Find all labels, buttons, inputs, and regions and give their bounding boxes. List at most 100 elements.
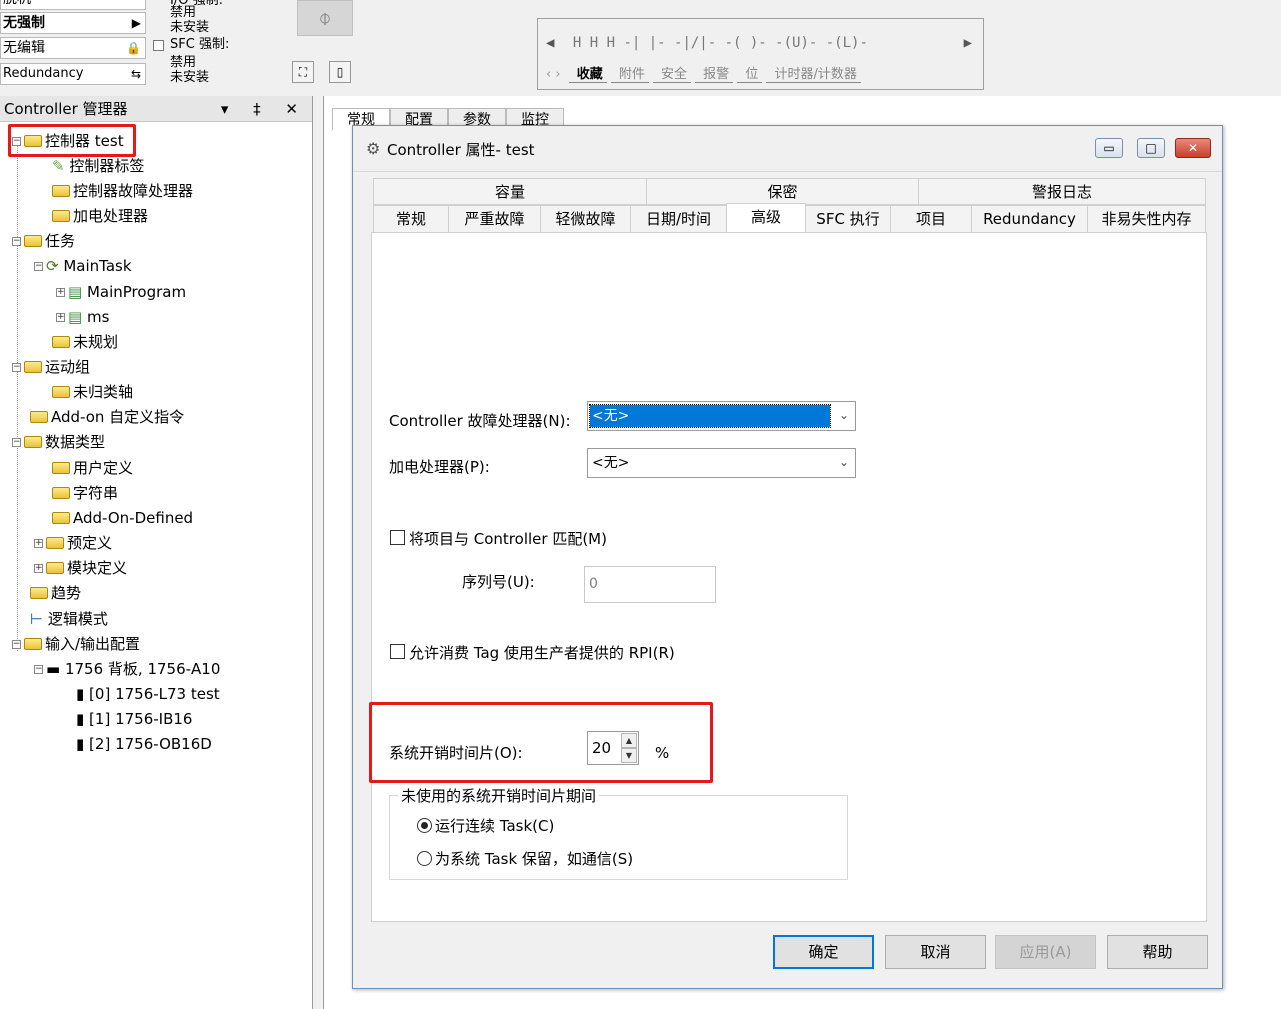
tree-item-label: MainProgram [86, 283, 187, 301]
collapse-icon[interactable]: − [34, 665, 43, 674]
tree-item-trends[interactable]: 趋势 [30, 582, 81, 604]
match-project-checkbox[interactable] [390, 530, 405, 545]
advanced-tab-panel: Controller 故障处理器(N): <无> ⌄ 加电处理器(P): <无>… [369, 232, 1207, 922]
allow-rpi-checkbox[interactable] [390, 644, 405, 659]
tree-item-addon-defined[interactable]: Add-On-Defined [52, 507, 193, 529]
ok-button[interactable]: 确定 [773, 935, 874, 969]
tab-project[interactable]: 项目 [890, 205, 972, 233]
collapse-icon[interactable]: − [12, 640, 21, 649]
tree-item-strings[interactable]: 字符串 [52, 482, 118, 504]
fault-handler-dropdown[interactable]: <无> ⌄ [587, 401, 856, 431]
tab-scroll-left-icon[interactable]: ‹ [546, 67, 551, 82]
expand-icon[interactable]: + [56, 313, 65, 322]
tree-item-tasks[interactable]: − 任务 [12, 230, 75, 252]
tree-item-ungrouped-axes[interactable]: 未归类轴 [52, 381, 133, 403]
binoculars-icon[interactable]: ⛶ [292, 61, 314, 83]
tree-item-maintask[interactable]: − ⟳ MainTask [34, 255, 132, 277]
folder-icon [24, 637, 42, 650]
powerup-handler-label: 加电处理器(P): [389, 458, 490, 476]
tab-general[interactable]: 常规 [373, 205, 449, 233]
tree-item-module-1[interactable]: ▮ [1] 1756-IB16 [76, 708, 192, 730]
tab-nonvolatile-memory[interactable]: 非易失性内存 [1087, 205, 1206, 233]
tree-item-powerup-handler[interactable]: 加电处理器 [52, 205, 148, 227]
pane-splitter[interactable] [312, 96, 324, 1009]
expand-icon[interactable]: + [56, 288, 65, 297]
tree-item-controller-tags[interactable]: ✎ 控制器标签 [52, 155, 144, 177]
tree-item-io-configuration[interactable]: − 输入/输出配置 [12, 633, 140, 655]
run-continuous-task-radio[interactable] [417, 818, 432, 833]
controller-module-icon: ▮ [76, 685, 85, 703]
tree-item-label: 加电处理器 [73, 207, 149, 225]
tree-item-unscheduled[interactable]: 未规划 [52, 331, 118, 353]
reserve-system-task-radio[interactable] [417, 851, 432, 866]
tree-item-ms[interactable]: + ▤ ms [56, 306, 109, 328]
collapse-icon[interactable]: − [12, 438, 21, 447]
tab-alarm-log[interactable]: 警报日志 [918, 178, 1206, 205]
folder-icon [30, 586, 48, 599]
close-button[interactable]: ✕ [1175, 138, 1211, 158]
folder-icon [24, 435, 42, 448]
tree-item-module-2[interactable]: ▮ [2] 1756-OB16D [76, 733, 212, 755]
tab-security[interactable]: 保密 [646, 178, 919, 205]
instr-tab-timer-counter[interactable]: 计时器/计数器 [766, 63, 861, 83]
cancel-button[interactable]: 取消 [885, 935, 986, 969]
tab-scroll-right-icon[interactable]: › [555, 67, 560, 82]
tree-item-data-types[interactable]: − 数据类型 [12, 431, 105, 453]
minimize-button[interactable]: ▭ [1095, 138, 1123, 158]
instr-tab-safety[interactable]: 安全 [653, 63, 692, 83]
tree-item-addon-instructions[interactable]: Add-on 自定义指令 [30, 406, 184, 428]
redundancy-status-label: Redundancy [3, 66, 84, 81]
tree-item-label: 预定义 [67, 534, 113, 552]
tree-item-module-0[interactable]: ▮ [0] 1756-L73 test [76, 683, 220, 705]
tree-item-user-defined[interactable]: 用户定义 [52, 457, 133, 479]
organizer-window-controls[interactable]: ▾ ‡ ✕ [221, 96, 308, 122]
tab-sfc-execution[interactable]: SFC 执行 [805, 205, 891, 233]
tab-redundancy[interactable]: Redundancy [971, 205, 1088, 233]
edit-status-row[interactable]: 无编辑 🔒 [0, 37, 146, 59]
controller-organizer: Controller 管理器 ▾ ‡ ✕ − 控制器 test ✎ 控制器标签 控… [0, 96, 316, 1009]
redundancy-status-row[interactable]: Redundancy ⇆ [0, 63, 146, 85]
tree-item-backplane[interactable]: − ▬ 1756 背板, 1756-A10 [34, 658, 220, 680]
tree-item-predefined[interactable]: + 预定义 [34, 532, 112, 554]
instr-tab-addon[interactable]: 附件 [610, 63, 649, 83]
force-status-row[interactable]: 无强制 ▶ [0, 12, 146, 34]
collapse-icon[interactable]: − [12, 363, 21, 372]
tree-item-logical-model[interactable]: ⊢ 逻辑模式 [30, 608, 108, 630]
device-icon[interactable]: ▯ [329, 61, 351, 83]
tree-item-motion-groups[interactable]: − 运动组 [12, 356, 90, 378]
instr-tab-bit[interactable]: 位 [737, 63, 763, 83]
tab-capacity[interactable]: 容量 [373, 178, 647, 205]
tab-date-time[interactable]: 日期/时间 [630, 205, 727, 233]
dialog-tabs-top-row: 容量 保密 警报日志 [373, 178, 1206, 205]
serial-number-input[interactable]: 0 [584, 566, 716, 603]
tree-item-mainprogram[interactable]: + ▤ MainProgram [56, 281, 186, 303]
expand-icon[interactable]: + [34, 564, 43, 573]
tree-item-label: [1] 1756-IB16 [89, 710, 193, 728]
scroll-right-icon[interactable]: ▶ [964, 35, 972, 51]
instr-tab-alarms[interactable]: 报警 [695, 63, 734, 83]
scroll-left-icon[interactable]: ◀ [546, 35, 554, 51]
help-button[interactable]: 帮助 [1107, 935, 1208, 969]
sfc-force-checkbox[interactable] [153, 40, 164, 51]
instruction-palette[interactable]: ◀ H H H -| |- -|/|- -( )- -(U)- -(L)- ▶ [546, 35, 976, 57]
logical-model-icon: ⊢ [30, 610, 44, 628]
collapse-icon[interactable]: − [34, 262, 43, 271]
arrow-right-icon: ▶ [131, 16, 141, 30]
maximize-button[interactable]: □ [1137, 138, 1165, 158]
expand-icon[interactable]: + [34, 539, 43, 548]
collapse-icon[interactable]: − [12, 237, 21, 246]
tab-advanced[interactable]: 高级 [726, 203, 806, 233]
dialog-titlebar[interactable]: ⚙ Controller 属性- test ▭ □ ✕ [353, 126, 1222, 172]
tree-item-label: 未归类轴 [73, 383, 134, 401]
tab-minor-faults[interactable]: 轻微故障 [540, 205, 631, 233]
tag-edit-icon: ✎ [52, 157, 65, 175]
apply-button[interactable]: 应用(A) [995, 935, 1096, 969]
controller-mode-row[interactable]: 脱机 [0, 0, 146, 10]
tree-item-fault-handler[interactable]: 控制器故障处理器 [52, 180, 193, 202]
folder-icon [52, 209, 70, 222]
powerup-handler-dropdown[interactable]: <无> ⌄ [587, 448, 856, 478]
instr-tab-favorites[interactable]: 收藏 [568, 63, 607, 83]
tree-item-module-defined[interactable]: + 模块定义 [34, 557, 127, 579]
folder-icon [52, 385, 70, 398]
tab-major-faults[interactable]: 严重故障 [448, 205, 541, 233]
